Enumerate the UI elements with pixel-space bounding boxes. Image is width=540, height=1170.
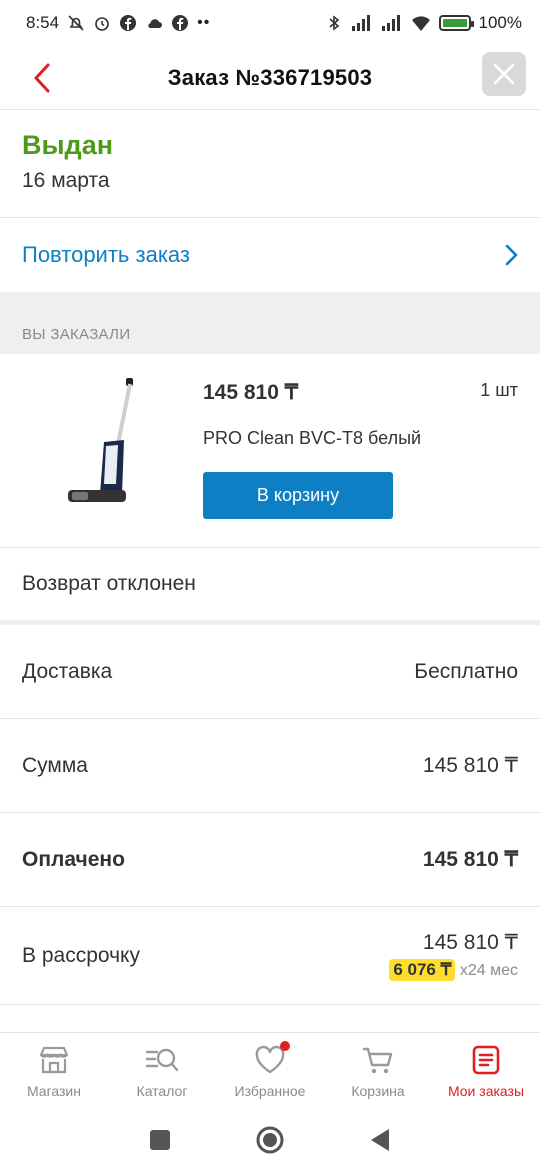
paid-row: Оплачено 145 810 ₸ (0, 813, 540, 907)
header: Заказ №336719503 (0, 46, 540, 110)
order-status-block: Выдан 16 марта (0, 110, 540, 218)
sum-value: 145 810 ₸ (422, 754, 518, 777)
delivery-row: Доставка Бесплатно (0, 625, 540, 719)
nav-catalog[interactable]: Каталог (108, 1033, 216, 1110)
delivery-label: Доставка (22, 659, 113, 683)
nav-label-favorites: Избранное (234, 1083, 306, 1099)
product-name[interactable]: PRO Clean BVC-T8 белый (203, 428, 421, 449)
installment-value: 145 810 ₸ (422, 931, 518, 954)
paid-value: 145 810 ₸ (422, 848, 518, 871)
recent-apps-icon[interactable] (149, 1129, 171, 1151)
chevron-left-icon (34, 63, 50, 93)
nav-favorites[interactable]: Избранное (216, 1033, 324, 1110)
close-button[interactable] (482, 52, 526, 96)
wifi-icon (411, 16, 430, 31)
status-bar: 8:54 •• 100% (0, 0, 540, 46)
back-button[interactable] (22, 56, 62, 100)
repeat-order-label: Повторить заказ (22, 242, 190, 267)
cart-icon (363, 1047, 393, 1074)
repeat-order-row[interactable]: Повторить заказ (0, 219, 540, 291)
alarm-icon (95, 17, 109, 31)
system-navigation-bar (0, 1110, 540, 1170)
section-header-ordered: ВЫ ЗАКАЗАЛИ (0, 292, 540, 354)
close-icon (493, 63, 515, 85)
installment-value-block: 145 810 ₸ 6 076 ₸ x24 мес (389, 930, 518, 981)
product-card: 145 810 ₸ 1 шт PRO Clean BVC-T8 белый В … (0, 354, 540, 548)
return-status: Возврат отклонен (22, 572, 196, 595)
installment-monthly-badge: 6 076 ₸ (389, 959, 456, 981)
catalog-search-icon (145, 1048, 179, 1072)
signal-icon-2 (381, 15, 400, 31)
bottom-navigation: Магазин Каталог Избранное Корзина Мои за… (0, 1032, 540, 1110)
page-title: Заказ №336719503 (167, 64, 373, 90)
order-date: 16 марта (22, 169, 110, 192)
signal-icon (351, 15, 370, 31)
add-to-cart-button[interactable]: В корзину (203, 472, 393, 519)
installment-row: В рассрочку 145 810 ₸ 6 076 ₸ x24 мес (0, 907, 540, 1005)
battery-icon (438, 15, 474, 31)
sum-row: Сумма 145 810 ₸ (0, 719, 540, 813)
facebook-icon-2 (172, 15, 189, 31)
bluetooth-icon (328, 15, 339, 31)
back-nav-icon[interactable] (369, 1128, 391, 1152)
product-quantity: 1 шт (480, 380, 518, 400)
paid-label: Оплачено (22, 847, 125, 871)
nav-label-shop: Магазин (26, 1083, 81, 1099)
product-image[interactable] (60, 376, 150, 506)
delivery-value: Бесплатно (414, 659, 518, 683)
home-icon[interactable] (255, 1125, 285, 1155)
favorites-notification-dot (280, 1041, 290, 1051)
cloud-icon (148, 19, 163, 28)
installment-term: x24 мес (459, 962, 518, 979)
nav-cart[interactable]: Корзина (324, 1033, 432, 1110)
nav-shop[interactable]: Магазин (0, 1033, 108, 1110)
chevron-right-icon (505, 244, 518, 266)
mute-notifications-icon (68, 15, 84, 31)
nav-my-orders[interactable]: Мои заказы (432, 1033, 540, 1110)
battery-percent: 100% (478, 13, 522, 32)
nav-label-my-orders: Мои заказы (447, 1083, 525, 1099)
shop-icon (39, 1046, 69, 1074)
sum-label: Сумма (22, 753, 88, 777)
status-time: 8:54 (26, 13, 60, 32)
nav-label-cart: Корзина (351, 1083, 405, 1099)
nav-label-catalog: Каталог (136, 1083, 188, 1099)
installment-label: В рассрочку (22, 943, 140, 967)
facebook-icon (120, 15, 137, 31)
product-price: 145 810 ₸ (203, 381, 299, 404)
more-notifications-icon: •• (197, 14, 211, 31)
orders-icon (472, 1045, 500, 1075)
order-status: Выдан (22, 130, 114, 160)
